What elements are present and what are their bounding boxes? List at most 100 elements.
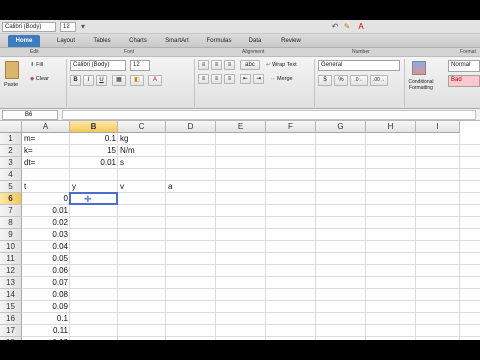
row-header-7[interactable]: 7 [0,205,22,217]
align-bottom-icon[interactable]: ≡ [224,74,235,84]
row-header-10[interactable]: 10 [0,241,22,253]
bold-button[interactable]: B [70,75,81,86]
row-header-9[interactable]: 9 [0,229,22,241]
cell-a6[interactable]: 0 [22,193,70,205]
paste-label[interactable]: Paste [4,81,18,89]
indent-decrease-icon[interactable]: ⇤ [240,74,251,84]
cell-a11[interactable]: 0.05 [22,253,70,265]
cell-a15[interactable]: 0.09 [22,301,70,313]
cell-a18[interactable]: 0.12 [22,337,70,340]
toolbar-font-size[interactable]: 12 [60,22,76,32]
row-header-5[interactable]: 5 [0,181,22,193]
highlight-icon[interactable]: ✎ [342,22,352,32]
font-size-select[interactable]: 12 [130,60,150,71]
style-normal[interactable]: Normal [448,60,480,72]
tab-home[interactable]: Home [8,35,40,47]
column-header-c[interactable]: C [118,121,166,133]
cell-a8[interactable]: 0.02 [22,217,70,229]
row-header-16[interactable]: 16 [0,313,22,325]
borders-icon[interactable]: ▦ [112,75,126,86]
row-header-12[interactable]: 12 [0,265,22,277]
decimal-increase-icon[interactable]: .0← [350,75,368,86]
cell-a5[interactable]: t [22,181,70,193]
fill-button[interactable]: ⬇ Fill [30,61,43,69]
currency-icon[interactable]: $ [318,75,332,86]
row-header-18[interactable]: 18 [0,337,22,340]
tab-layout[interactable]: Layout [52,35,80,47]
underline-button[interactable]: U [96,75,107,86]
row-header-4[interactable]: 4 [0,169,22,181]
select-all-corner[interactable] [0,121,22,133]
cell-a16[interactable]: 0.1 [22,313,70,325]
cell-a14[interactable]: 0.08 [22,289,70,301]
row-header-1[interactable]: 1 [0,133,22,145]
tab-charts[interactable]: Charts [124,35,152,47]
style-bad[interactable]: Bad [448,75,480,87]
tab-smartart[interactable]: SmartArt [160,35,194,47]
column-header-b[interactable]: B [70,121,118,133]
wrap-text-button[interactable]: ↩ Wrap Text [266,61,297,69]
column-header-d[interactable]: D [166,121,216,133]
align-top-icon[interactable]: ≡ [198,74,209,84]
undo-icon[interactable]: ↶ [330,22,340,32]
text-color-icon[interactable]: A [148,75,162,86]
cell-c1[interactable]: kg [118,133,166,145]
cell-c5[interactable]: v [118,181,166,193]
row-header-17[interactable]: 17 [0,325,22,337]
indent-increase-icon[interactable]: ⇥ [253,74,264,84]
merge-button[interactable]: ⇔ Merge [270,75,293,83]
column-header-f[interactable]: F [266,121,316,133]
row-header-13[interactable]: 13 [0,277,22,289]
chevron-down-icon[interactable]: ▾ [78,22,88,32]
font-name-select[interactable]: Calibri (Body) [70,60,126,71]
row-header-8[interactable]: 8 [0,217,22,229]
italic-button[interactable]: I [83,75,94,86]
clear-button[interactable]: ◆ Clear [30,75,49,83]
row-header-11[interactable]: 11 [0,253,22,265]
cell-b2[interactable]: 15 [70,145,118,157]
formula-input[interactable] [62,110,476,120]
row-header-14[interactable]: 14 [0,289,22,301]
tab-review[interactable]: Review [276,35,306,47]
tab-formulas[interactable]: Formulas [202,35,236,47]
cell-c2[interactable]: N/m [118,145,166,157]
conditional-formatting-label[interactable]: Conditional Formatting [405,79,437,91]
row-header-2[interactable]: 2 [0,145,22,157]
cell-a13[interactable]: 0.07 [22,277,70,289]
paste-icon[interactable] [5,61,19,79]
cell-d5[interactable]: a [166,181,216,193]
align-middle-icon[interactable]: ≡ [211,74,222,84]
column-header-g[interactable]: G [316,121,366,133]
row-header-6[interactable]: 6 [0,193,22,205]
row-header-15[interactable]: 15 [0,301,22,313]
tab-tables[interactable]: Tables [88,35,116,47]
tab-data[interactable]: Data [244,35,266,47]
cell-c3[interactable]: s [118,157,166,169]
align-right-icon[interactable]: ≡ [224,60,235,70]
align-center-icon[interactable]: ≡ [211,60,222,70]
row-header-3[interactable]: 3 [0,157,22,169]
cell-b3[interactable]: 0.01 [70,157,118,169]
cell-a9[interactable]: 0.03 [22,229,70,241]
align-left-icon[interactable]: ≡ [198,60,209,70]
decimal-decrease-icon[interactable]: .00→ [370,75,388,86]
cell-a7[interactable]: 0.01 [22,205,70,217]
column-header-e[interactable]: E [216,121,266,133]
number-format-select[interactable]: General [318,60,400,71]
cell-b1[interactable]: 0.1 [70,133,118,145]
font-color-icon[interactable]: A [356,22,366,32]
name-box[interactable]: B6 [2,110,58,120]
cell-a17[interactable]: 0.11 [22,325,70,337]
cell-a3[interactable]: dt= [22,157,70,169]
cell-a12[interactable]: 0.06 [22,265,70,277]
orientation-button[interactable]: abc [240,60,260,70]
column-header-h[interactable]: H [366,121,416,133]
active-cell-selection[interactable] [69,192,118,205]
fill-color-icon[interactable]: ◧ [130,75,144,86]
cell-a2[interactable]: k= [22,145,70,157]
conditional-formatting-icon[interactable] [412,61,426,75]
cell-a10[interactable]: 0.04 [22,241,70,253]
cell-a1[interactable]: m= [22,133,70,145]
column-header-a[interactable]: A [22,121,70,133]
column-header-i[interactable]: I [416,121,460,133]
